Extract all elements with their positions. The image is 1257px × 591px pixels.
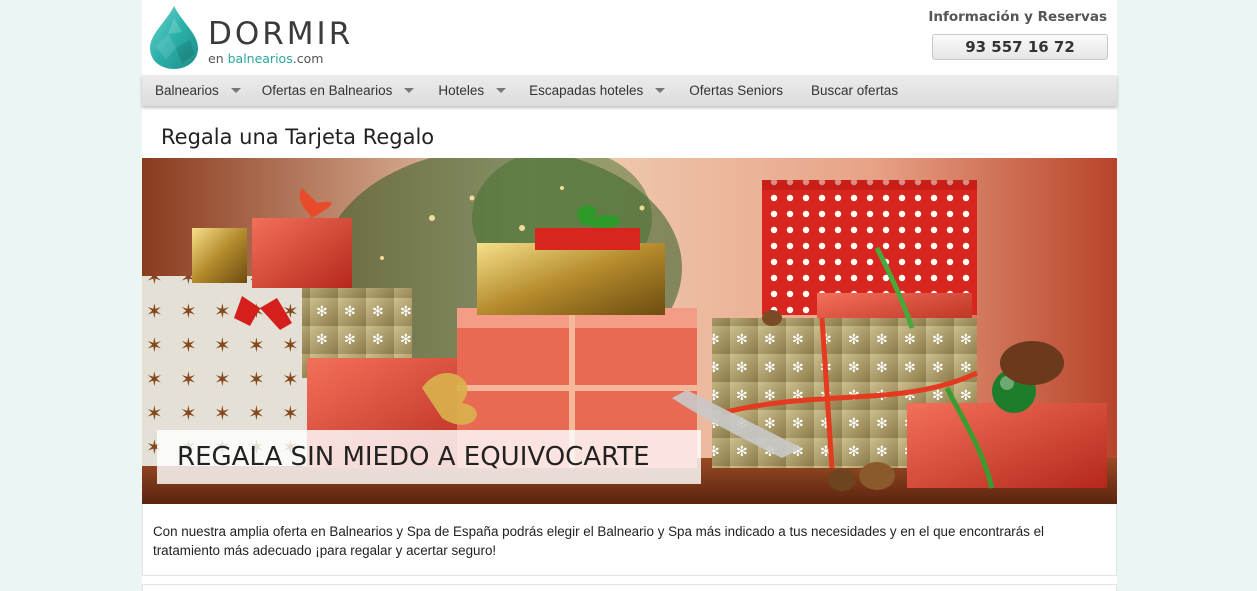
caret-down-icon [230, 88, 241, 93]
nav-label: Ofertas en Balnearios [261, 83, 393, 98]
page-title: Regala una Tarjeta Regalo [161, 125, 435, 149]
nav-item-balnearios[interactable]: Balnearios [142, 75, 241, 106]
brand-subtitle: en balnearios.com [208, 51, 324, 66]
nav-label: Balnearios [155, 83, 219, 98]
gift-banner[interactable]: ✻ ✶ [142, 158, 1117, 504]
caret-down-icon [496, 88, 507, 93]
site-header: DORMIR en balnearios.com Información y R… [142, 0, 1117, 75]
next-section-box [142, 584, 1117, 591]
brand-name: DORMIR [208, 16, 354, 52]
nav-label: Buscar ofertas [811, 83, 899, 98]
phone-button[interactable]: 93 557 16 72 [932, 34, 1108, 60]
info-reservas-label: Información y Reservas [928, 9, 1107, 25]
description-box: Con nuestra amplia oferta en Balnearios … [142, 504, 1117, 576]
nav-item-ofertas-seniors[interactable]: Ofertas Seniors [665, 75, 783, 106]
nav-item-hoteles[interactable]: Hoteles [414, 75, 507, 106]
banner-caption: REGALA SIN MIEDO A EQUIVOCARTE [157, 430, 701, 484]
nav-item-buscar-ofertas[interactable]: Buscar ofertas [783, 75, 898, 106]
main-nav: Balnearios Ofertas en Balnearios Hoteles… [142, 75, 1117, 106]
caret-down-icon [404, 88, 415, 93]
page-container: DORMIR en balnearios.com Información y R… [142, 0, 1117, 591]
nav-label: Escapadas hoteles [529, 83, 644, 98]
nav-label: Ofertas Seniors [689, 83, 784, 98]
description-text: Con nuestra amplia oferta en Balnearios … [153, 524, 1045, 558]
water-drop-logo-icon [150, 6, 198, 69]
nav-item-ofertas-balnearios[interactable]: Ofertas en Balnearios [241, 75, 415, 106]
nav-label: Hoteles [438, 83, 485, 98]
site-logo[interactable]: DORMIR en balnearios.com [146, 4, 376, 70]
caret-down-icon [655, 88, 666, 93]
nav-item-escapadas-hoteles[interactable]: Escapadas hoteles [506, 75, 666, 106]
